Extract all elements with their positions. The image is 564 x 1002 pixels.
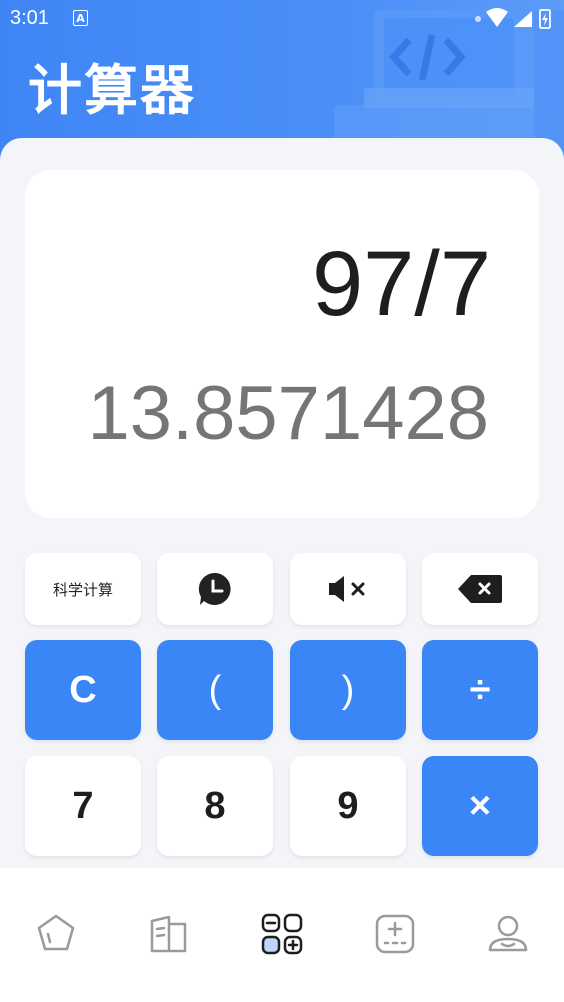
status-time: 3:01 (10, 7, 49, 29)
wifi-icon (486, 8, 508, 27)
divide-label: ÷ (469, 668, 491, 711)
plus-box-icon[interactable] (373, 912, 417, 956)
close-paren-button[interactable]: ) (290, 640, 406, 740)
open-paren-label: ( (208, 668, 222, 711)
clear-button[interactable]: C (25, 640, 141, 740)
backspace-button[interactable] (422, 553, 538, 625)
history-button[interactable] (157, 553, 273, 625)
notification-icon: A (73, 10, 88, 26)
digit-7-button[interactable]: 7 (25, 756, 141, 856)
result-text: 13.8571428 (87, 371, 489, 456)
multiply-button[interactable]: × (422, 756, 538, 856)
clear-label: C (69, 668, 97, 711)
digit-8-button[interactable]: 8 (157, 756, 273, 856)
scientific-label: 科学计算 (52, 580, 113, 599)
history-icon (198, 572, 231, 605)
book-icon[interactable] (147, 912, 191, 956)
calculator-icon[interactable] (260, 912, 304, 956)
system-status-icons (475, 8, 551, 29)
user-icon[interactable] (486, 912, 530, 956)
digit-7-label: 7 (72, 784, 94, 827)
calculator-display: 97/7 13.8571428 (25, 170, 539, 518)
mute-icon (329, 576, 365, 602)
backspace-icon (458, 575, 502, 603)
digit-9-button[interactable]: 9 (290, 756, 406, 856)
bottom-tab-bar (0, 868, 564, 1002)
dot-icon (475, 16, 481, 22)
multiply-label: × (468, 784, 492, 827)
divide-button[interactable]: ÷ (422, 640, 538, 740)
expression-text: 97/7 (311, 233, 491, 335)
digit-8-label: 8 (204, 784, 226, 827)
close-paren-label: ) (341, 668, 355, 711)
digit-9-label: 9 (337, 784, 359, 827)
scientific-button[interactable]: 科学计算 (25, 553, 141, 625)
page-title: 计算器 (28, 59, 196, 122)
mute-button[interactable] (290, 553, 406, 625)
signal-icon (514, 11, 532, 27)
open-paren-button[interactable]: ( (157, 640, 273, 740)
status-bar: 3:01 A (0, 0, 564, 38)
pentagon-icon[interactable] (34, 912, 78, 956)
